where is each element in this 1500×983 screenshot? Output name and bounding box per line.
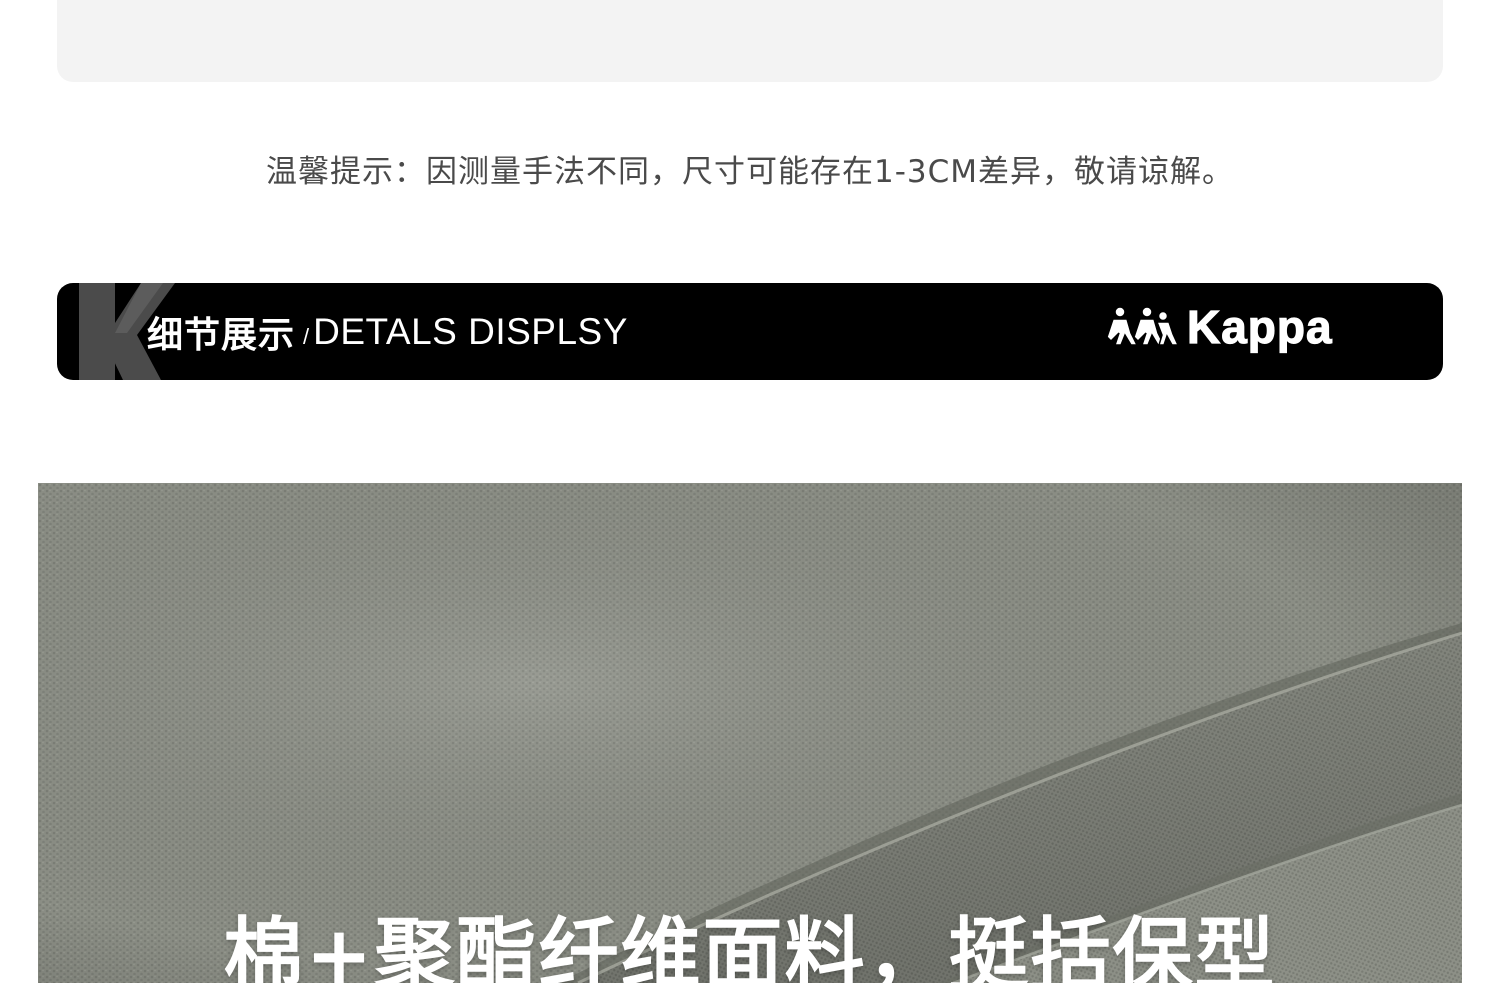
kappa-brand-logo: Kappa	[1107, 303, 1333, 354]
section-title-en: DETALS DISPLSY	[313, 310, 628, 352]
section-banner: 细节展示 / DETALS DISPLSY Kappa	[57, 283, 1443, 380]
fabric-detail-photo: 棉+聚酯纤维面料，挺括保型	[38, 483, 1462, 983]
kappa-wordmark: Kappa	[1187, 303, 1333, 353]
size-chart-card	[57, 0, 1443, 82]
title-separator: /	[303, 323, 310, 349]
section-title: 细节展示 / DETALS DISPLSY	[147, 283, 628, 380]
measurement-notice: 温馨提示：因测量手法不同，尺寸可能存在1-3CM差异，敬请谅解。	[265, 154, 1235, 190]
fabric-caption: 棉+聚酯纤维面料，挺括保型	[223, 909, 1277, 983]
section-title-cn: 细节展示	[147, 314, 296, 356]
kappa-omini-logo-icon	[1107, 306, 1180, 346]
